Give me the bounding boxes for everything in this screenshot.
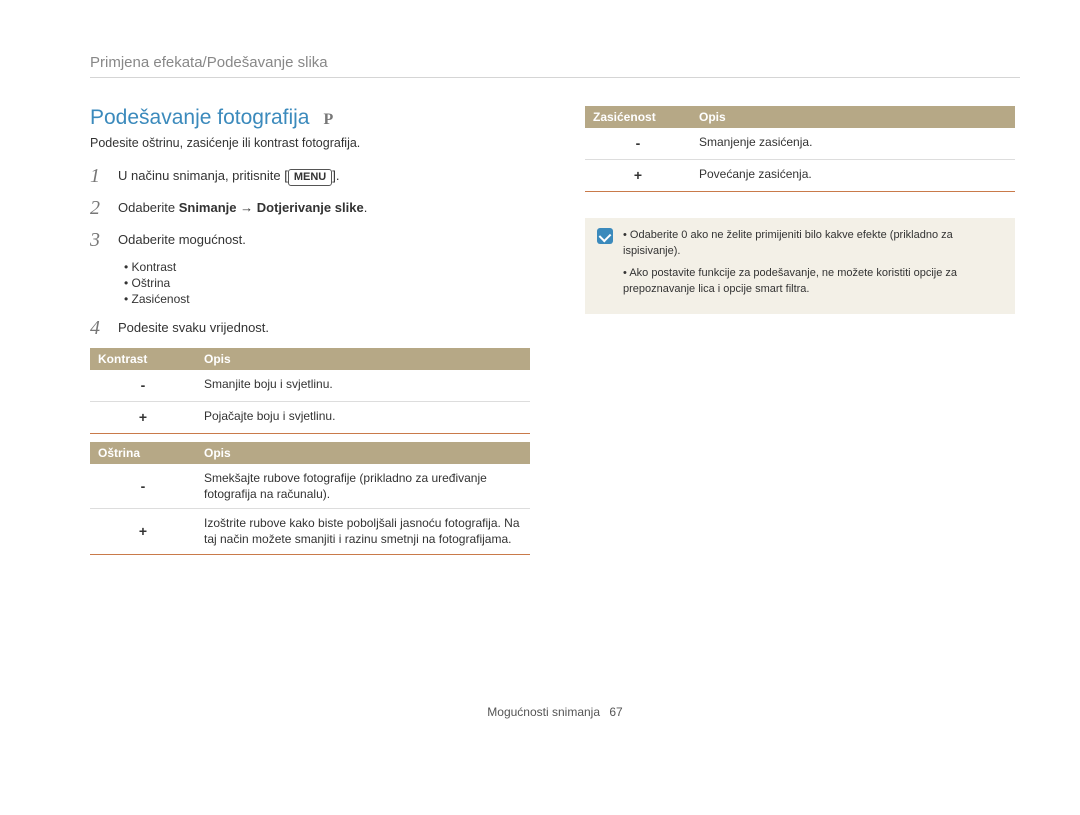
breadcrumb: Primjena efekata/Podešavanje slika: [90, 54, 1020, 78]
footer-label: Mogućnosti snimanja: [487, 705, 600, 719]
table-row: - Smanjenje zasićenja.: [585, 128, 1015, 159]
note-icon: [597, 228, 613, 244]
step-3: 3 Odaberite mogućnost.: [90, 228, 530, 250]
step-number: 4: [90, 316, 106, 338]
intro-text: Podesite oštrinu, zasićenje ili kontrast…: [90, 136, 530, 150]
page-footer: Mogućnosti snimanja 67: [90, 705, 1020, 719]
list-item: Oštrina: [124, 276, 530, 290]
document-page: Primjena efekata/Podešavanje slika Podeš…: [0, 0, 1080, 749]
step-text: Odaberite Snimanje → Dotjerivanje slike.: [118, 196, 367, 217]
right-column: Zasićenost Opis - Smanjenje zasićenja. +…: [585, 106, 1015, 555]
left-column: Podešavanje fotografija P Podesite oštri…: [90, 106, 530, 555]
ostrina-table: Oštrina Opis - Smekšajte rubove fotograf…: [90, 442, 530, 555]
step-number: 1: [90, 164, 106, 186]
step-2: 2 Odaberite Snimanje → Dotjerivanje slik…: [90, 196, 530, 218]
options-sublist: Kontrast Oštrina Zasićenost: [124, 260, 530, 306]
step-1: 1 U načinu snimanja, pritisnite [MENU].: [90, 164, 530, 186]
heading-row: Podešavanje fotografija P: [90, 106, 530, 130]
list-item: Ako postavite funkcije za podešavanje, n…: [623, 266, 1003, 298]
note-list: Odaberite 0 ako ne želite primijeniti bi…: [623, 228, 1003, 304]
page-title: Podešavanje fotografija: [90, 106, 310, 130]
step-number: 3: [90, 228, 106, 250]
table-row: + Pojačajte boju i svjetlinu.: [90, 401, 530, 433]
note-box: Odaberite 0 ako ne želite primijeniti bi…: [585, 218, 1015, 314]
list-item: Kontrast: [124, 260, 530, 274]
page-number: 67: [609, 705, 622, 719]
step-text: U načinu snimanja, pritisnite [MENU].: [118, 164, 339, 186]
zasicenost-table: Zasićenost Opis - Smanjenje zasićenja. +…: [585, 106, 1015, 192]
step-4: 4 Podesite svaku vrijednost.: [90, 316, 530, 338]
mode-indicator: P: [324, 111, 334, 129]
table-header: Opis: [196, 348, 530, 370]
steps-list-cont: 4 Podesite svaku vrijednost.: [90, 316, 530, 338]
table-row: + Povećanje zasićenja.: [585, 159, 1015, 191]
list-item: Zasićenost: [124, 292, 530, 306]
menu-button-icon: MENU: [288, 169, 332, 186]
content-columns: Podešavanje fotografija P Podesite oštri…: [90, 106, 1020, 555]
table-row: - Smekšajte rubove fotografije (prikladn…: [90, 464, 530, 509]
list-item: Odaberite 0 ako ne želite primijeniti bi…: [623, 228, 1003, 260]
table-header: Oštrina: [90, 442, 196, 464]
table-header: Opis: [691, 106, 1015, 128]
step-text: Podesite svaku vrijednost.: [118, 316, 269, 337]
steps-list: 1 U načinu snimanja, pritisnite [MENU]. …: [90, 164, 530, 250]
step-number: 2: [90, 196, 106, 218]
table-header: Opis: [196, 442, 530, 464]
table-header: Kontrast: [90, 348, 196, 370]
kontrast-table: Kontrast Opis - Smanjite boju i svjetlin…: [90, 348, 530, 434]
table-row: - Smanjite boju i svjetlinu.: [90, 370, 530, 401]
table-row: + Izoštrite rubove kako biste poboljšali…: [90, 509, 530, 554]
step-text: Odaberite mogućnost.: [118, 228, 246, 249]
table-header: Zasićenost: [585, 106, 691, 128]
